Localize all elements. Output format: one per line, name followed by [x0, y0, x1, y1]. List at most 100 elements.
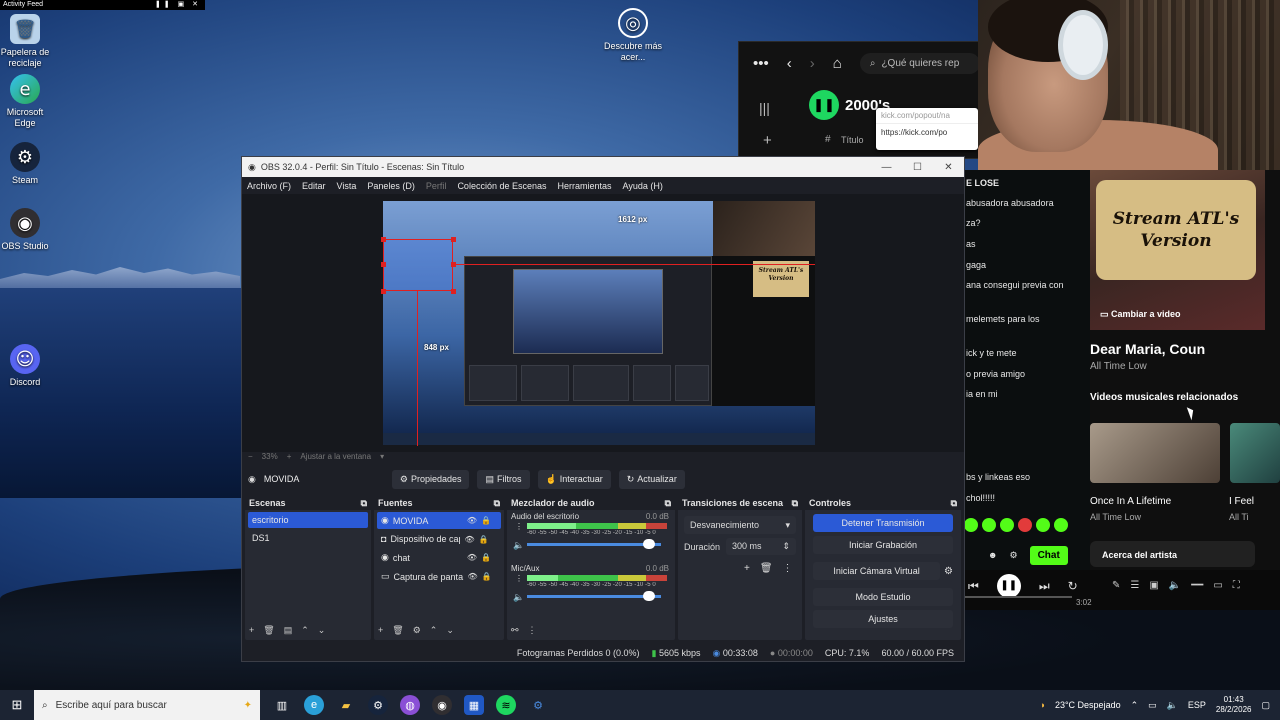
menu-help[interactable]: Ayuda (H)	[623, 181, 663, 191]
volume-slider-knob[interactable]	[643, 591, 655, 601]
emote-icon[interactable]	[1018, 518, 1032, 532]
duration-input[interactable]: 300 ms ⇕	[726, 538, 796, 555]
more-icon[interactable]: •••	[753, 55, 769, 72]
chevron-down-icon[interactable]: ▾	[380, 452, 384, 461]
gear-icon[interactable]: ⚙	[944, 566, 953, 577]
undock-icon[interactable]: ⧉	[494, 498, 500, 508]
activity-feed-controls[interactable]: ❚❚ ▣ ✕	[155, 0, 201, 10]
volume-slider-knob[interactable]	[643, 539, 655, 549]
pause-button[interactable]: ❚❚	[996, 574, 1021, 598]
source-item-capture-device[interactable]: ◘ Dispositivo de cap 👁 🔒	[377, 531, 501, 547]
chat-send-button[interactable]: Chat	[1029, 545, 1068, 565]
transition-select[interactable]: Desvanecimiento ▾	[684, 516, 796, 534]
eye-icon[interactable]: 👁	[468, 572, 478, 581]
undock-icon[interactable]: ⧉	[665, 498, 671, 508]
menu-edit[interactable]: Editar	[302, 181, 326, 191]
volume-icon[interactable]: 🔈	[1167, 700, 1178, 711]
start-virtual-camera-button[interactable]: Iniciar Cámara Virtual	[813, 562, 941, 580]
stepper-icon[interactable]: ⇕	[782, 541, 790, 552]
home-icon[interactable]: ⌂	[833, 55, 842, 72]
video-title[interactable]: I Feel	[1229, 496, 1254, 507]
add-transition-icon[interactable]: +	[744, 563, 750, 574]
video-thumbnail[interactable]	[1230, 423, 1280, 483]
video-title[interactable]: Once In A Lifetime	[1090, 496, 1171, 507]
library-icon[interactable]: |||	[759, 100, 770, 116]
move-up-icon[interactable]: ⌃	[301, 625, 309, 636]
source-item-chat[interactable]: ◉ chat 👁 🔒	[377, 549, 501, 566]
lock-icon[interactable]: 🔒	[481, 553, 491, 562]
file-explorer-icon[interactable]: ▰	[336, 695, 356, 715]
menu-tools[interactable]: Herramientas	[558, 181, 612, 191]
weather-text[interactable]: 23°C Despejado	[1055, 700, 1121, 710]
refresh-button[interactable]: ↻ Actualizar	[618, 469, 685, 489]
more-icon[interactable]: ⋮	[783, 563, 793, 574]
previous-icon[interactable]: ⏮	[968, 579, 979, 594]
eye-icon[interactable]: 👁	[467, 553, 477, 562]
lock-icon[interactable]: 🔒	[479, 535, 489, 544]
resize-handle[interactable]	[381, 289, 386, 294]
kick-url-popup[interactable]: kick.com/popout/na https://kick.com/po	[876, 108, 978, 150]
desktop-icon-steam[interactable]: ⚙ Steam	[0, 142, 55, 186]
back-icon[interactable]: ‹	[787, 55, 792, 72]
hidden-icons-chevron[interactable]: ⌃	[1131, 700, 1139, 711]
move-up-icon[interactable]: ⌃	[430, 625, 438, 636]
undock-icon[interactable]: ⧉	[361, 498, 367, 508]
add-source-icon[interactable]: +	[378, 625, 383, 636]
spotify-search[interactable]: ⌕ ¿Qué quieres rep	[859, 52, 980, 74]
scene-item-escritorio[interactable]: escritorio	[248, 512, 368, 528]
menu-profile[interactable]: Perfil	[426, 181, 447, 191]
eye-icon[interactable]: 👁	[464, 535, 474, 544]
emote-icon[interactable]	[964, 518, 978, 532]
stop-stream-button[interactable]: Detener Transmisión	[813, 514, 953, 532]
resize-handle[interactable]	[381, 237, 386, 242]
edge-icon[interactable]: e	[304, 695, 324, 715]
repeat-icon[interactable]: ↻	[1068, 579, 1078, 593]
network-icon[interactable]: ▭	[1148, 700, 1157, 711]
trash-icon[interactable]: 🗑	[392, 625, 403, 636]
settings-icon[interactable]: ⚙	[1009, 550, 1017, 561]
emote-icon[interactable]	[1036, 518, 1050, 532]
start-recording-button[interactable]: Iniciar Grabación	[813, 536, 953, 554]
link-icon[interactable]: ⚯	[511, 625, 519, 636]
zoom-in-button[interactable]: +	[287, 452, 292, 461]
properties-button[interactable]: ⚙ Propiedades	[391, 469, 470, 489]
undock-icon[interactable]: ⧉	[792, 498, 798, 508]
language-indicator[interactable]: ESP	[1188, 700, 1206, 710]
add-scene-icon[interactable]: +	[249, 625, 254, 636]
taskbar-search[interactable]: ⌕ Escribe aquí para buscar ✦	[34, 690, 260, 720]
selected-source-bounds[interactable]	[383, 239, 453, 291]
move-down-icon[interactable]: ⌄	[318, 625, 326, 636]
preview-area[interactable]: Stream ATL's Version 1612 px 848 px	[242, 194, 964, 452]
volume-icon[interactable]: 🔈	[1169, 580, 1181, 591]
maximize-icon[interactable]: ☐	[902, 162, 933, 173]
fullscreen-icon[interactable]: ⛶	[1233, 580, 1240, 591]
settings-icon[interactable]: ⚙	[528, 695, 548, 715]
move-down-icon[interactable]: ⌄	[446, 625, 454, 636]
volume-slider[interactable]	[527, 595, 661, 598]
interact-button[interactable]: ☝ Interactuar	[537, 469, 611, 489]
desktop-icon-edge[interactable]: e Microsoft Edge	[0, 74, 55, 129]
settings-button[interactable]: Ajustes	[813, 610, 953, 628]
video-thumbnail[interactable]	[1090, 423, 1220, 483]
notification-icon[interactable]: ▢	[1261, 700, 1270, 711]
emote-icon[interactable]	[1054, 518, 1068, 532]
desktop-icon-recycle-bin[interactable]: 🗑 Papelera de reciclaje	[0, 14, 55, 69]
miniplayer-icon[interactable]: ▭	[1213, 580, 1222, 591]
menu-file[interactable]: Archivo (F)	[247, 181, 291, 191]
about-artist-card[interactable]: Acerca del artista	[1090, 541, 1255, 567]
lock-icon[interactable]: 🔒	[481, 516, 491, 525]
next-icon[interactable]: ⏭	[1039, 579, 1050, 594]
channel-menu-icon[interactable]: ⋮	[515, 574, 523, 583]
minimize-icon[interactable]: —	[871, 162, 902, 173]
more-icon[interactable]: ⋮	[528, 625, 537, 636]
queue-icon[interactable]: ☰	[1130, 580, 1139, 591]
filters-button[interactable]: ▤ Filtros	[477, 469, 530, 489]
obs-icon[interactable]: ◉	[432, 695, 452, 715]
speaker-icon[interactable]: 🔈	[513, 540, 524, 551]
clock[interactable]: 01:43 28/2/2026	[1216, 695, 1252, 715]
emote-icon[interactable]	[982, 518, 996, 532]
undock-icon[interactable]: ⧉	[951, 498, 957, 508]
desktop-icon-obs[interactable]: ◉ OBS Studio	[0, 208, 55, 252]
channel-menu-icon[interactable]: ⋮	[515, 522, 523, 531]
eye-icon[interactable]: 👁	[467, 516, 477, 525]
